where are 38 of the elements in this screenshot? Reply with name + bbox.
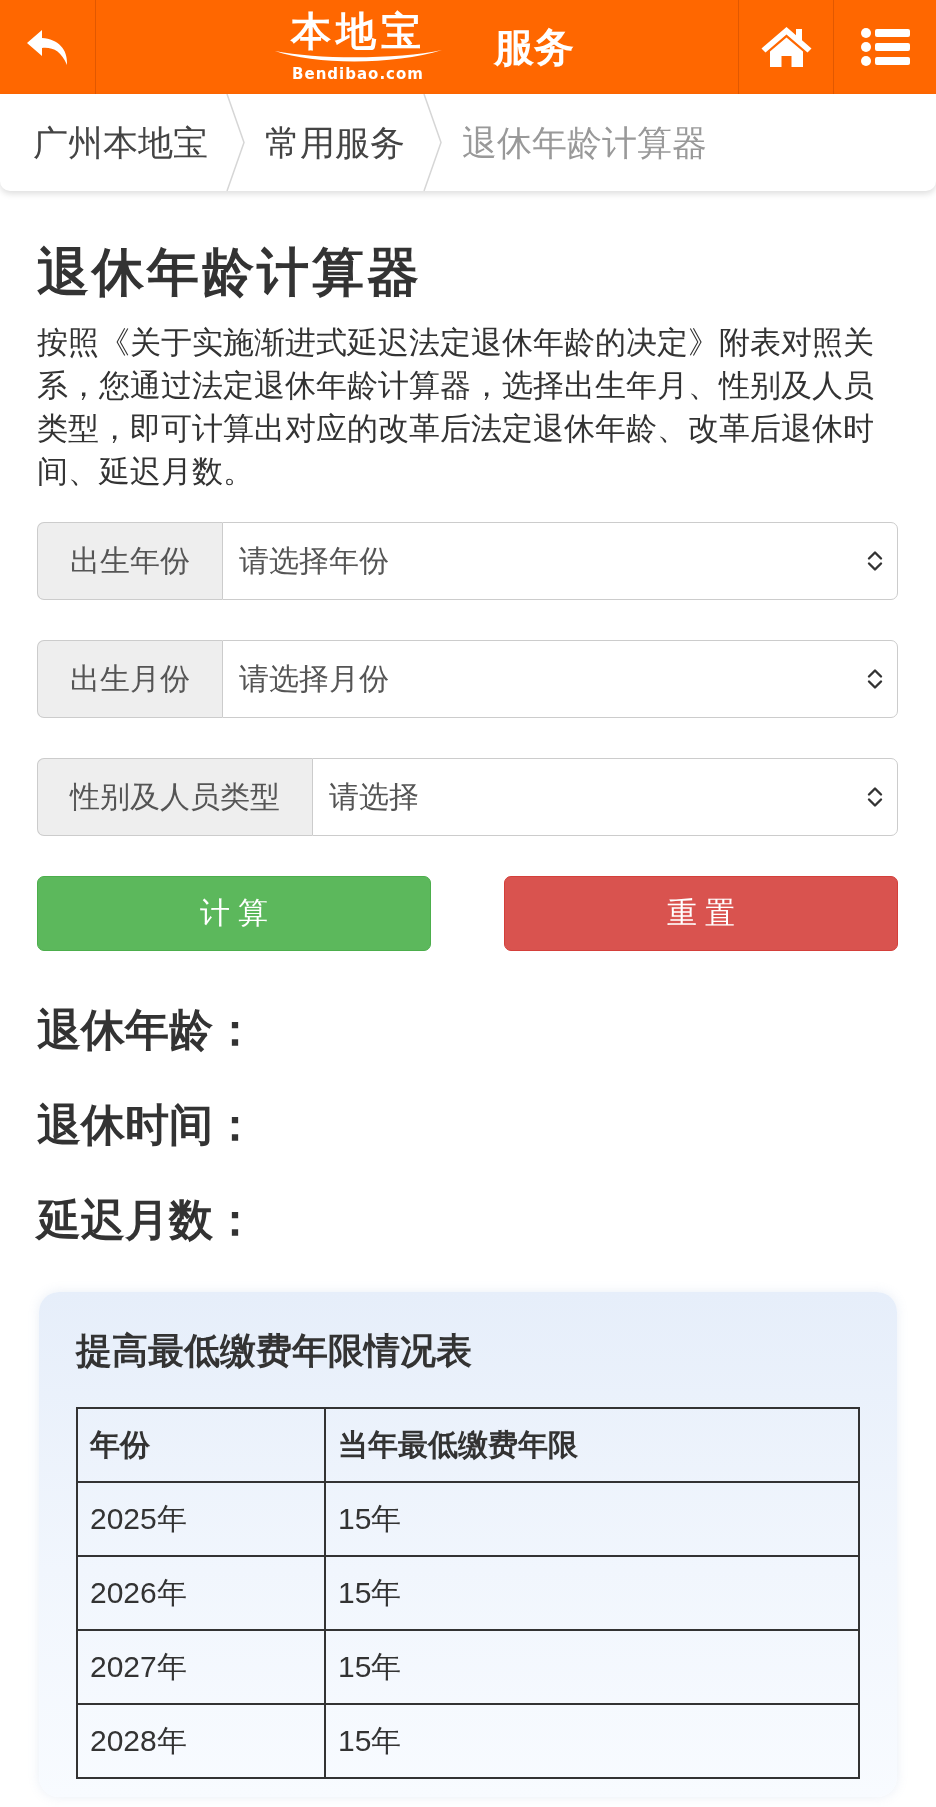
table-cell: 15年	[325, 1704, 859, 1778]
select-field[interactable]: 请选择	[312, 758, 898, 836]
up-down-chevron-icon	[867, 785, 883, 809]
table-cell: 2025年	[77, 1482, 325, 1556]
breadcrumb-item[interactable]: 广州本地宝	[33, 120, 208, 165]
table-cell: 15年	[325, 1482, 859, 1556]
logo-domain: Bendibao.com	[292, 66, 424, 83]
result-label: 延迟月数：	[37, 1194, 257, 1246]
field-label: 性别及人员类型	[37, 758, 312, 836]
table-cell: 15年	[325, 1630, 859, 1704]
home-icon	[760, 26, 812, 68]
result-label: 退休年龄：	[37, 1004, 257, 1056]
back-arrow-icon	[25, 27, 70, 67]
chevron-icon	[226, 94, 245, 191]
select-field[interactable]: 请选择月份	[222, 640, 898, 718]
field-label: 出生月份	[37, 640, 222, 718]
page-title: 退休年龄计算器	[37, 242, 422, 303]
chevron-icon	[423, 94, 442, 191]
table-cell: 2028年	[77, 1704, 325, 1778]
card-title: 提高最低缴费年限情况表	[76, 1329, 472, 1373]
logo-wordmark: 本地宝	[290, 11, 426, 51]
intro-text: 按照《关于实施渐进式延迟法定退休年龄的决定》附表对照关系，您通过法定退休年龄计算器，选择出生年月、性别及人员类型，即可计算出对应的改革后法定退休年龄、改革后退休时间、延迟月数。	[37, 324, 875, 491]
result-label: 退休时间：	[37, 1099, 257, 1151]
select-field[interactable]: 请选择年份	[222, 522, 898, 600]
up-down-chevron-icon	[867, 549, 883, 573]
swoosh-icon	[274, 50, 442, 64]
table-cell: 2027年	[77, 1630, 325, 1704]
reset-button[interactable]: 重 置	[504, 876, 898, 951]
breadcrumb-item[interactable]: 常用服务	[265, 120, 405, 165]
up-down-chevron-icon	[867, 667, 883, 691]
table-header-cell: 年份	[77, 1408, 325, 1482]
table-cell: 15年	[325, 1556, 859, 1630]
table-header-cell: 当年最低缴费年限	[325, 1408, 859, 1482]
table-cell: 2026年	[77, 1556, 325, 1630]
breadcrumb-item: 退休年龄计算器	[462, 121, 707, 164]
header-title: 服务	[493, 24, 574, 71]
menu-icon	[860, 28, 910, 66]
field-label: 出生年份	[37, 522, 222, 600]
